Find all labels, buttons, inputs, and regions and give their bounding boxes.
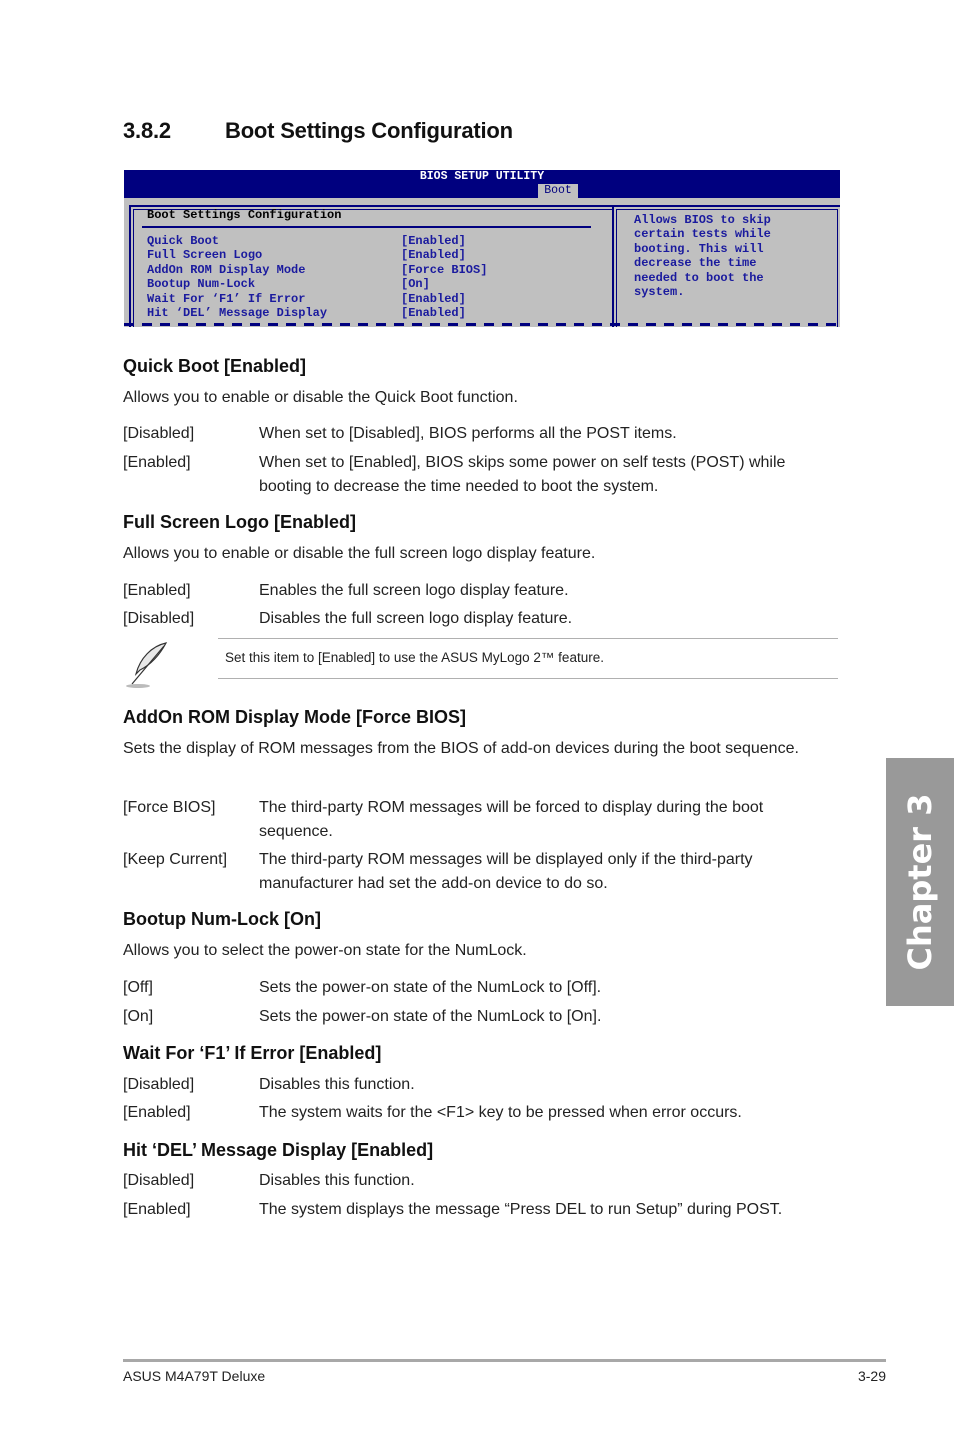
option-key: [Enabled]	[123, 1201, 191, 1218]
bios-tab-boot[interactable]: Boot	[538, 184, 578, 198]
option-key: [Disabled]	[123, 1076, 195, 1093]
option-text: Enables the full screen logo display fea…	[259, 582, 569, 599]
option-key: [Enabled]	[123, 1104, 191, 1121]
option-row: [Off] Sets the power-on state of the NumL…	[123, 976, 838, 1000]
option-key: [Disabled]	[123, 610, 195, 627]
bios-item-label: Wait For ‘F1’ If Error	[147, 291, 306, 306]
option-text: When set to [Disabled], BIOS performs al…	[259, 425, 677, 442]
section-heading: Boot Settings Configuration	[225, 118, 513, 143]
option-text: Disables the full screen logo display fe…	[259, 610, 573, 627]
bios-dashed-border	[124, 323, 840, 326]
option-text: Sets the power-on state of the NumLock t…	[259, 979, 602, 996]
option-row: [Enabled] When set to [Enabled], BIOS ski…	[123, 451, 838, 499]
chapter-label: Chapter 3	[901, 793, 939, 971]
option-text: When set to [Enabled], BIOS skips some p…	[259, 454, 786, 495]
option-text: The third-party ROM messages will be for…	[259, 799, 764, 840]
bios-screenshot: BIOS SETUP UTILITY Boot Boot Settings Co…	[124, 170, 840, 327]
chapter-tab: Chapter 3	[886, 758, 954, 1006]
option-text: The third-party ROM messages will be dis…	[259, 851, 753, 892]
footer-rule	[123, 1359, 886, 1362]
full-screen-logo-heading: Full Screen Logo [Enabled]	[123, 512, 357, 532]
numlock-desc: Allows you to select the power-on state …	[123, 942, 527, 959]
bios-panel-heading: Boot Settings Configuration	[147, 208, 342, 222]
option-key: [Enabled]	[123, 454, 191, 471]
option-key: [Off]	[123, 979, 153, 996]
bios-item-label: AddOn ROM Display Mode	[147, 262, 306, 277]
quick-boot-desc: Allows you to enable or disable the Quic…	[123, 389, 518, 406]
bios-item[interactable]: Full Screen Logo [Enabled]	[147, 248, 487, 262]
option-text: Disables this function.	[259, 1076, 415, 1093]
option-row: [Enabled] The system displays the message…	[123, 1198, 838, 1222]
bios-item[interactable]: AddOn ROM Display Mode [Force BIOS]	[147, 263, 487, 277]
bios-item[interactable]: Quick Boot [Enabled]	[147, 234, 487, 248]
option-text: The system displays the message “Press D…	[259, 1201, 783, 1218]
option-key: [Disabled]	[123, 425, 195, 442]
bios-item[interactable]: Hit ‘DEL’ Message Display [Enabled]	[147, 306, 487, 320]
bios-item-label: Bootup Num-Lock	[147, 277, 256, 292]
numlock-heading: Bootup Num-Lock [On]	[123, 909, 321, 929]
bios-item-value: [Enabled]	[401, 291, 466, 306]
option-row: [Enabled] The system waits for the <F1> k…	[123, 1101, 838, 1125]
option-row: [Force BIOS] The third-party ROM messages…	[123, 796, 838, 844]
quick-boot-heading: Quick Boot [Enabled]	[123, 356, 307, 376]
wait-f1-heading: Wait For ‘F1’ If Error [Enabled]	[123, 1043, 382, 1063]
footer-product: ASUS M4A79T Deluxe	[123, 1368, 266, 1384]
note-bottom-rule	[218, 678, 838, 679]
bios-help-text: Allows BIOS to skip certain tests while …	[634, 213, 771, 300]
bios-item[interactable]: Bootup Num-Lock [On]	[147, 277, 487, 291]
full-screen-logo-desc: Allows you to enable or disable the full…	[123, 545, 596, 562]
option-row: [Disabled] Disables the full screen logo …	[123, 607, 838, 631]
bios-item-value: [Force BIOS]	[401, 262, 488, 277]
option-row: [Disabled] Disables this function.	[123, 1169, 838, 1193]
bios-item-value: [Enabled]	[401, 234, 466, 248]
option-key: [Enabled]	[123, 582, 191, 599]
option-text: The system waits for the <F1> key to be …	[259, 1104, 742, 1121]
note-text: Set this item to [Enabled] to use the AS…	[225, 650, 604, 665]
option-key: [Disabled]	[123, 1172, 195, 1189]
hit-del-heading: Hit ‘DEL’ Message Display [Enabled]	[123, 1140, 434, 1160]
bios-item[interactable]: Wait For ‘F1’ If Error [Enabled]	[147, 292, 487, 306]
feather-pen-icon	[122, 640, 172, 690]
section-number: 3.8.2	[123, 118, 171, 143]
bios-title: BIOS SETUP UTILITY	[419, 170, 545, 183]
addon-rom-heading: AddOn ROM Display Mode [Force BIOS]	[123, 707, 467, 727]
option-row: [Enabled] Enables the full screen logo di…	[123, 579, 838, 603]
bios-item-label: Hit ‘DEL’ Message Display	[147, 305, 328, 320]
note-top-rule	[218, 638, 838, 639]
bios-item-label: Full Screen Logo	[147, 248, 263, 263]
bios-heading-rule	[142, 226, 591, 228]
option-key: [Keep Current]	[123, 851, 228, 868]
footer-page-number: 3-29	[857, 1368, 886, 1384]
bios-item-value: [On]	[401, 277, 430, 292]
bios-item-label: Quick Boot	[147, 234, 220, 248]
option-row: [On] Sets the power-on state of the NumLo…	[123, 1005, 838, 1029]
bios-item-value: [Enabled]	[401, 248, 466, 263]
bios-item-value: [Enabled]	[401, 305, 466, 320]
option-key: [On]	[123, 1008, 154, 1025]
section-title: 3.8.2 Boot Settings Configuration	[123, 118, 513, 144]
option-row: [Disabled] When set to [Disabled], BIOS p…	[123, 422, 838, 446]
addon-rom-desc: Sets the display of ROM messages from th…	[123, 740, 799, 757]
option-key: [Force BIOS]	[123, 799, 216, 816]
option-text: Disables this function.	[259, 1172, 415, 1189]
option-text: Sets the power-on state of the NumLock t…	[259, 1008, 602, 1025]
option-row: [Disabled] Disables this function.	[123, 1073, 838, 1097]
option-row: [Keep Current] The third-party ROM messag…	[123, 848, 838, 896]
